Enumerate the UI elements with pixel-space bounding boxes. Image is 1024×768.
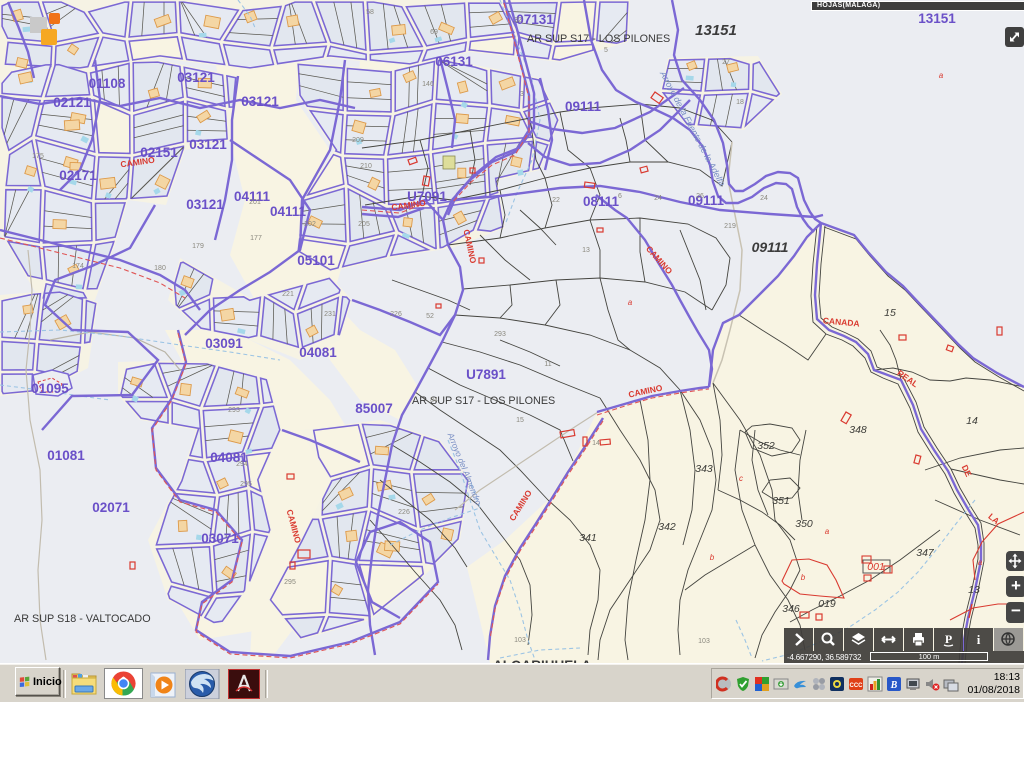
svg-text:07131: 07131 [516, 12, 554, 27]
svg-text:03121: 03121 [177, 70, 215, 85]
svg-text:09111: 09111 [565, 99, 602, 114]
svg-text:293: 293 [228, 407, 240, 414]
svg-text:03091: 03091 [205, 336, 243, 351]
svg-text:c: c [739, 474, 743, 483]
svg-text:03071: 03071 [201, 531, 239, 546]
svg-text:ALQARIHUELA: ALQARIHUELA [493, 658, 591, 663]
svg-text:13151: 13151 [695, 22, 737, 39]
svg-text:202: 202 [304, 221, 316, 228]
svg-text:09111: 09111 [752, 239, 789, 255]
svg-text:04111: 04111 [270, 204, 307, 219]
svg-text:26: 26 [696, 193, 704, 200]
svg-text:351: 351 [772, 495, 790, 507]
svg-text:221: 221 [282, 291, 294, 298]
svg-text:01081: 01081 [47, 448, 85, 463]
svg-text:14: 14 [592, 440, 600, 447]
svg-text:02171: 02171 [59, 168, 97, 183]
svg-text:84: 84 [430, 397, 438, 404]
svg-text:b: b [801, 573, 806, 582]
svg-text:019: 019 [818, 598, 836, 610]
svg-text:13151: 13151 [918, 11, 956, 26]
svg-text:AR SUP S18 - VALTOCADO: AR SUP S18 - VALTOCADO [14, 613, 151, 625]
svg-text:22: 22 [552, 197, 560, 204]
svg-text:U7891: U7891 [466, 367, 506, 382]
svg-text:342: 342 [658, 521, 676, 533]
svg-text:03121: 03121 [186, 197, 224, 212]
svg-text:09111: 09111 [688, 193, 725, 208]
svg-text:a: a [978, 558, 983, 567]
svg-text:02121: 02121 [53, 95, 91, 110]
svg-text:219: 219 [724, 223, 736, 230]
svg-text:177: 177 [250, 235, 262, 242]
svg-text:350: 350 [795, 518, 813, 530]
svg-text:001: 001 [867, 561, 885, 573]
svg-text:52: 52 [426, 313, 434, 320]
svg-text:348: 348 [849, 424, 867, 436]
svg-text:18: 18 [736, 99, 744, 106]
svg-text:03121: 03121 [241, 94, 279, 109]
svg-text:69: 69 [430, 29, 438, 36]
svg-text:174: 174 [72, 263, 84, 270]
svg-text:11: 11 [544, 361, 551, 368]
svg-text:06131: 06131 [435, 54, 473, 69]
svg-text:294: 294 [236, 461, 248, 468]
svg-text:24: 24 [760, 195, 768, 202]
svg-text:27: 27 [722, 59, 730, 66]
svg-text:175: 175 [32, 153, 44, 160]
svg-text:CCC: CCC [850, 683, 864, 689]
svg-text:103: 103 [514, 637, 526, 644]
svg-text:P: P [945, 632, 952, 646]
svg-text:341: 341 [579, 532, 597, 544]
svg-text:293: 293 [494, 331, 506, 338]
svg-text:32: 32 [514, 17, 522, 24]
svg-text:3: 3 [520, 91, 524, 98]
svg-text:15: 15 [516, 417, 524, 424]
svg-text:179: 179 [192, 243, 204, 250]
svg-text:01095: 01095 [31, 381, 69, 396]
svg-text:85007: 85007 [355, 401, 393, 416]
svg-text:13: 13 [582, 247, 590, 254]
svg-text:14: 14 [966, 415, 978, 427]
svg-text:295: 295 [240, 481, 252, 488]
svg-text:01108: 01108 [89, 76, 126, 91]
svg-text:226: 226 [398, 509, 410, 516]
svg-text:209: 209 [352, 137, 364, 144]
svg-text:03121: 03121 [189, 137, 227, 152]
svg-text:352: 352 [757, 440, 775, 452]
svg-text:6: 6 [618, 193, 622, 200]
svg-text:02071: 02071 [92, 500, 130, 515]
svg-text:B: B [890, 680, 898, 691]
svg-text:226: 226 [390, 311, 402, 318]
svg-text:180: 180 [154, 265, 166, 272]
svg-text:a: a [939, 71, 944, 80]
svg-text:13: 13 [968, 584, 980, 596]
svg-text:i: i [977, 632, 981, 647]
svg-text:b: b [710, 553, 715, 562]
svg-text:AR SUP S17 - LOS PILONES: AR SUP S17 - LOS PILONES [527, 33, 670, 45]
svg-text:231: 231 [324, 311, 336, 318]
svg-text:a: a [825, 527, 830, 536]
svg-text:201: 201 [249, 199, 261, 206]
svg-text:346: 346 [782, 603, 800, 615]
svg-text:103: 103 [698, 638, 710, 645]
svg-text:a: a [628, 298, 633, 307]
svg-text:04081: 04081 [299, 345, 337, 360]
svg-text:58: 58 [366, 9, 374, 16]
svg-text:146: 146 [422, 81, 434, 88]
svg-text:08111: 08111 [583, 194, 620, 209]
svg-text:205: 205 [358, 221, 370, 228]
svg-text:15: 15 [884, 307, 896, 319]
svg-text:5: 5 [604, 47, 608, 54]
svg-text:295: 295 [284, 579, 296, 586]
svg-text:210: 210 [360, 163, 372, 170]
svg-text:05101: 05101 [297, 253, 335, 268]
svg-text:347: 347 [916, 547, 935, 559]
svg-text:24: 24 [654, 195, 662, 202]
svg-text:343: 343 [695, 463, 713, 475]
